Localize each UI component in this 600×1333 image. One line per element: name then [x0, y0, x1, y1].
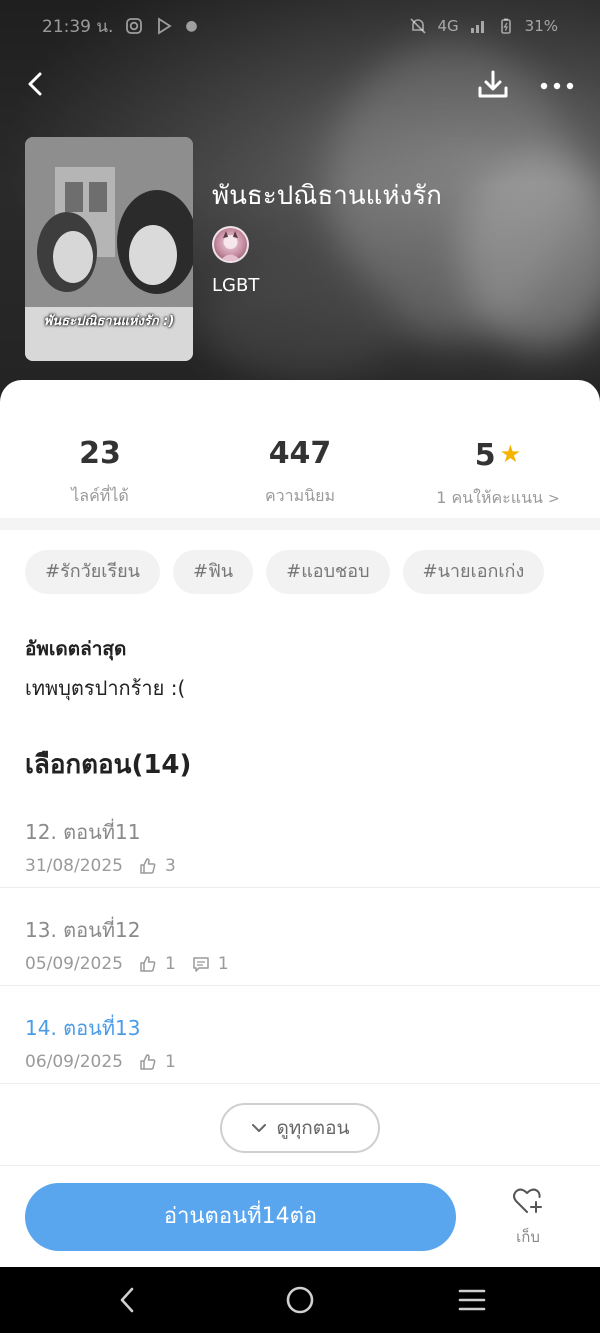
tag-chip[interactable]: #รักวัยเรียน [25, 550, 160, 594]
chapter-date: 05/09/2025 [25, 954, 123, 974]
tag-chip[interactable]: #ฟิน [172, 550, 254, 594]
genre-label[interactable]: LGBT [212, 275, 259, 296]
keep-button[interactable]: เก็บ [496, 1185, 560, 1253]
latest-update-label: อัพเดตล่าสุด [25, 638, 127, 660]
latest-update-text: เทพบุตรปากร้าย :( [25, 676, 186, 700]
book-cover[interactable]: พันธะปณิธานแห่งรัก :) [25, 137, 193, 361]
status-bar: 21:39 น. ● 4G 31% [0, 0, 600, 52]
chapter-meta: 05/09/2025 1 1 [25, 954, 229, 974]
tag-chip[interactable]: #แอบชอบ [266, 550, 390, 594]
network-type: 4G [437, 17, 459, 35]
book-title: พันธะปณิธานแห่งรัก [212, 181, 442, 211]
chapter-meta: 06/09/2025 1 [25, 1052, 176, 1072]
thumbs-up-icon [139, 857, 157, 875]
notification-dot-icon: ● [185, 18, 198, 34]
download-button[interactable] [472, 64, 514, 104]
system-home-button[interactable] [280, 1282, 320, 1318]
more-options-button[interactable] [536, 64, 578, 104]
chapter-date: 31/08/2025 [25, 856, 123, 876]
popularity-count: 447 [268, 436, 332, 471]
tag-chip[interactable]: #นายเอกเก่ง [402, 550, 545, 594]
popularity-label: ความนิยม [264, 486, 336, 505]
chapter-row[interactable]: 13. ตอนที่12 05/09/2025 1 1 [0, 888, 600, 986]
book-detail-card: 23 ไลค์ที่ได้ 447 ความนิยม 5 ★ 1 คนให้คะแ… [0, 380, 600, 1333]
rating-count-label: 1 คนให้คะแนน [436, 488, 543, 507]
chapter-likes: 1 [164, 954, 176, 974]
author-avatar[interactable] [212, 226, 249, 263]
signal-icon [469, 17, 487, 35]
chapter-meta: 31/08/2025 3 [25, 856, 176, 876]
chevron-down-icon [252, 1124, 267, 1132]
section-divider [0, 518, 600, 530]
chapter-row[interactable]: 14. ตอนที่13 06/09/2025 1 [0, 986, 600, 1084]
chevron-left-icon [28, 72, 42, 96]
bottom-bar-divider [0, 1165, 600, 1166]
menu-lines-icon [458, 1289, 486, 1311]
top-navigation [0, 60, 600, 108]
star-icon: ★ [499, 440, 522, 468]
chapter-comments: 1 [217, 954, 229, 974]
likes-label: ไลค์ที่ได้ [71, 486, 129, 505]
comment-icon [192, 955, 210, 973]
chapter-row[interactable]: 12. ตอนที่11 31/08/2025 3 [0, 790, 600, 888]
chevron-left-icon [120, 1287, 134, 1313]
rating-value: 5 [474, 438, 496, 473]
chapter-likes: 3 [164, 856, 176, 876]
thumbs-up-icon [139, 955, 157, 973]
chapter-title: 14. ตอนที่13 [25, 1016, 141, 1040]
stat-likes: 23 ไลค์ที่ได้ [0, 432, 200, 509]
play-store-icon [155, 17, 173, 35]
battery-percent: 31% [524, 17, 558, 35]
chapters-heading: เลือกตอน(14) [25, 750, 192, 780]
back-button[interactable] [20, 64, 60, 104]
system-navigation-bar [0, 1267, 600, 1333]
instagram-icon [125, 17, 143, 35]
more-horizontal-icon [540, 82, 574, 90]
see-all-chapters-button[interactable]: ดูทุกตอน [220, 1103, 380, 1153]
continue-reading-button[interactable]: อ่านตอนที่14ต่อ [25, 1183, 456, 1251]
chapter-title: 12. ตอนที่11 [25, 820, 141, 844]
see-all-label: ดูทุกตอน [276, 1117, 350, 1139]
chevron-right-icon: > [548, 491, 560, 507]
keep-label: เก็บ [516, 1228, 540, 1246]
chapter-likes: 1 [164, 1052, 176, 1072]
avatar-image [220, 231, 241, 261]
mute-icon [409, 17, 427, 35]
system-recents-button[interactable] [452, 1282, 492, 1318]
download-icon [478, 70, 508, 98]
status-time: 21:39 น. [42, 16, 114, 37]
likes-count: 23 [79, 436, 121, 471]
system-back-button[interactable] [108, 1282, 148, 1318]
home-circle-icon [286, 1286, 314, 1314]
heart-plus-icon [513, 1188, 542, 1213]
battery-icon [497, 17, 515, 35]
chapter-title: 13. ตอนที่12 [25, 918, 141, 942]
chapter-date: 06/09/2025 [25, 1052, 123, 1072]
thumbs-up-icon [139, 1053, 157, 1071]
cover-title-text: พันธะปณิธานแห่งรัก :) [43, 314, 175, 329]
stats-row: 23 ไลค์ที่ได้ 447 ความนิยม 5 ★ 1 คนให้คะแ… [0, 432, 600, 512]
tag-list: #รักวัยเรียน #ฟิน #แอบชอบ #นายเอกเก่ง [25, 550, 545, 594]
stat-popularity: 447 ความนิยม [200, 432, 400, 509]
stat-rating[interactable]: 5 ★ 1 คนให้คะแนน > [398, 432, 598, 511]
